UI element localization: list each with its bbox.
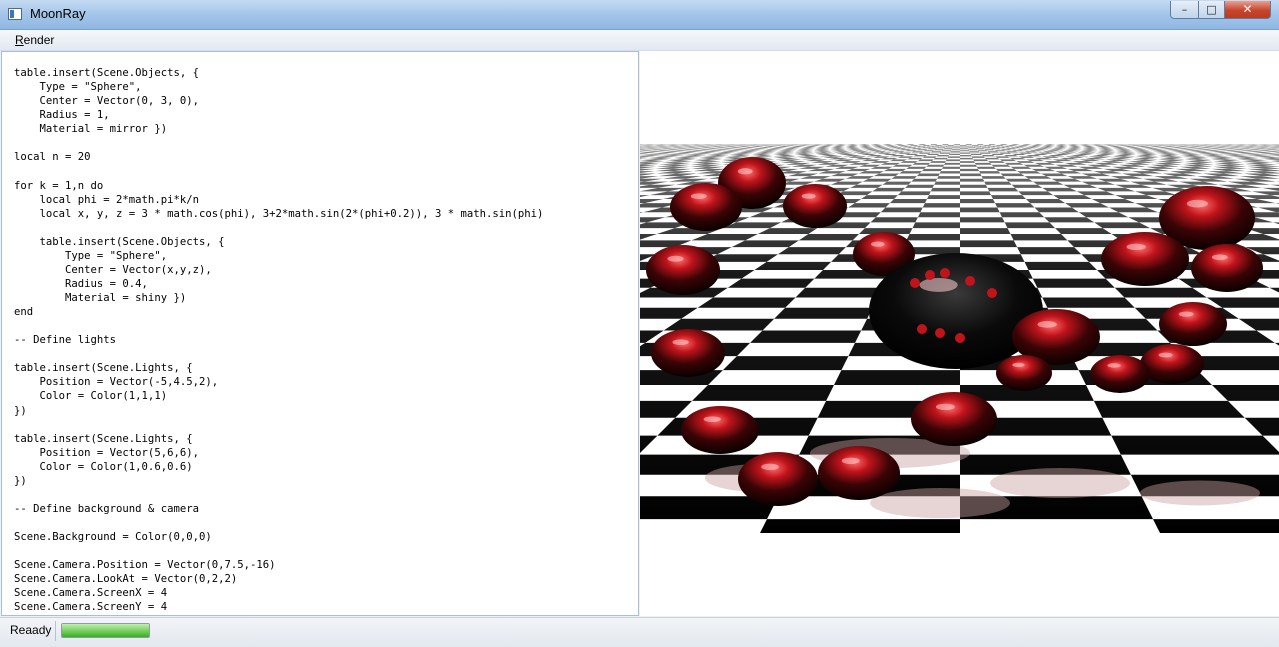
window-title: MoonRay — [30, 6, 86, 21]
script-editor[interactable]: table.insert(Scene.Objects, { Type = "Sp… — [1, 51, 639, 616]
sphere-highlight — [672, 339, 689, 346]
mirror-reflection — [925, 270, 935, 280]
maximize-button[interactable]: □ — [1198, 1, 1225, 19]
sphere-highlight — [1186, 199, 1208, 208]
shiny-sphere — [996, 355, 1052, 391]
sphere-highlight — [919, 277, 958, 292]
render-viewport — [640, 51, 1279, 616]
sphere-highlight — [870, 241, 885, 247]
app-icon[interactable] — [8, 8, 22, 20]
sphere-highlight — [1012, 362, 1025, 368]
sphere-shadow — [1140, 480, 1260, 506]
status-bar: Reaady — [0, 617, 1279, 647]
title-bar[interactable]: MoonRay – □ ✕ — [0, 0, 1279, 30]
sphere-highlight — [841, 457, 860, 465]
mirror-reflection — [910, 278, 920, 288]
shiny-sphere — [651, 329, 725, 377]
mirror-reflection — [965, 276, 975, 286]
menu-bar: Render — [0, 30, 1279, 51]
shiny-sphere — [738, 452, 818, 506]
shiny-sphere — [681, 406, 759, 454]
sphere-highlight — [1037, 321, 1057, 328]
status-separator — [55, 621, 56, 641]
main-window: MoonRay – □ ✕ Render table.insert(Scene.… — [0, 0, 1279, 647]
sphere-highlight — [1211, 254, 1228, 261]
close-button[interactable]: ✕ — [1224, 1, 1271, 19]
script-code[interactable]: table.insert(Scene.Objects, { Type = "Sp… — [14, 66, 543, 614]
sphere-highlight — [761, 463, 779, 471]
minimize-button[interactable]: – — [1170, 1, 1199, 19]
shiny-sphere — [1159, 302, 1227, 346]
render-progress-bar — [61, 623, 150, 638]
sphere-highlight — [737, 168, 753, 175]
mirror-reflection — [955, 333, 965, 343]
shiny-sphere — [670, 183, 742, 231]
sphere-highlight — [935, 403, 955, 411]
sphere-highlight — [1158, 352, 1173, 358]
shiny-sphere — [911, 392, 997, 446]
mirror-reflection — [917, 324, 927, 334]
sphere-shadow — [870, 488, 1010, 518]
shiny-sphere — [783, 184, 847, 228]
sphere-shadow — [990, 468, 1130, 498]
mirror-reflection — [935, 328, 945, 338]
menu-render[interactable]: Render — [15, 33, 54, 47]
mirror-reflection — [987, 288, 997, 298]
shiny-sphere — [1191, 244, 1263, 292]
shiny-sphere — [646, 245, 720, 295]
sphere-highlight — [801, 193, 816, 199]
rendered-scene — [640, 133, 1279, 533]
shiny-sphere — [1090, 355, 1150, 393]
sphere-highlight — [703, 416, 721, 423]
shiny-sphere — [818, 446, 900, 500]
maximize-icon: □ — [1206, 3, 1217, 16]
menu-render-label: ender — [23, 33, 55, 47]
sphere-highlight — [667, 255, 684, 262]
sphere-highlight — [1178, 311, 1194, 317]
minimize-icon: – — [1181, 3, 1188, 16]
render-progress-fill — [62, 624, 149, 637]
sphere-highlight — [1126, 243, 1146, 251]
sphere-highlight — [690, 193, 707, 200]
shiny-sphere — [1101, 232, 1189, 286]
mirror-sphere — [869, 253, 1043, 369]
sphere-highlight — [1107, 363, 1121, 368]
close-icon: ✕ — [1242, 2, 1253, 16]
mirror-reflection — [940, 268, 950, 278]
menu-render-mnemonic: R — [15, 33, 24, 47]
shiny-sphere — [1140, 344, 1204, 384]
status-text: Reaady — [10, 623, 52, 637]
